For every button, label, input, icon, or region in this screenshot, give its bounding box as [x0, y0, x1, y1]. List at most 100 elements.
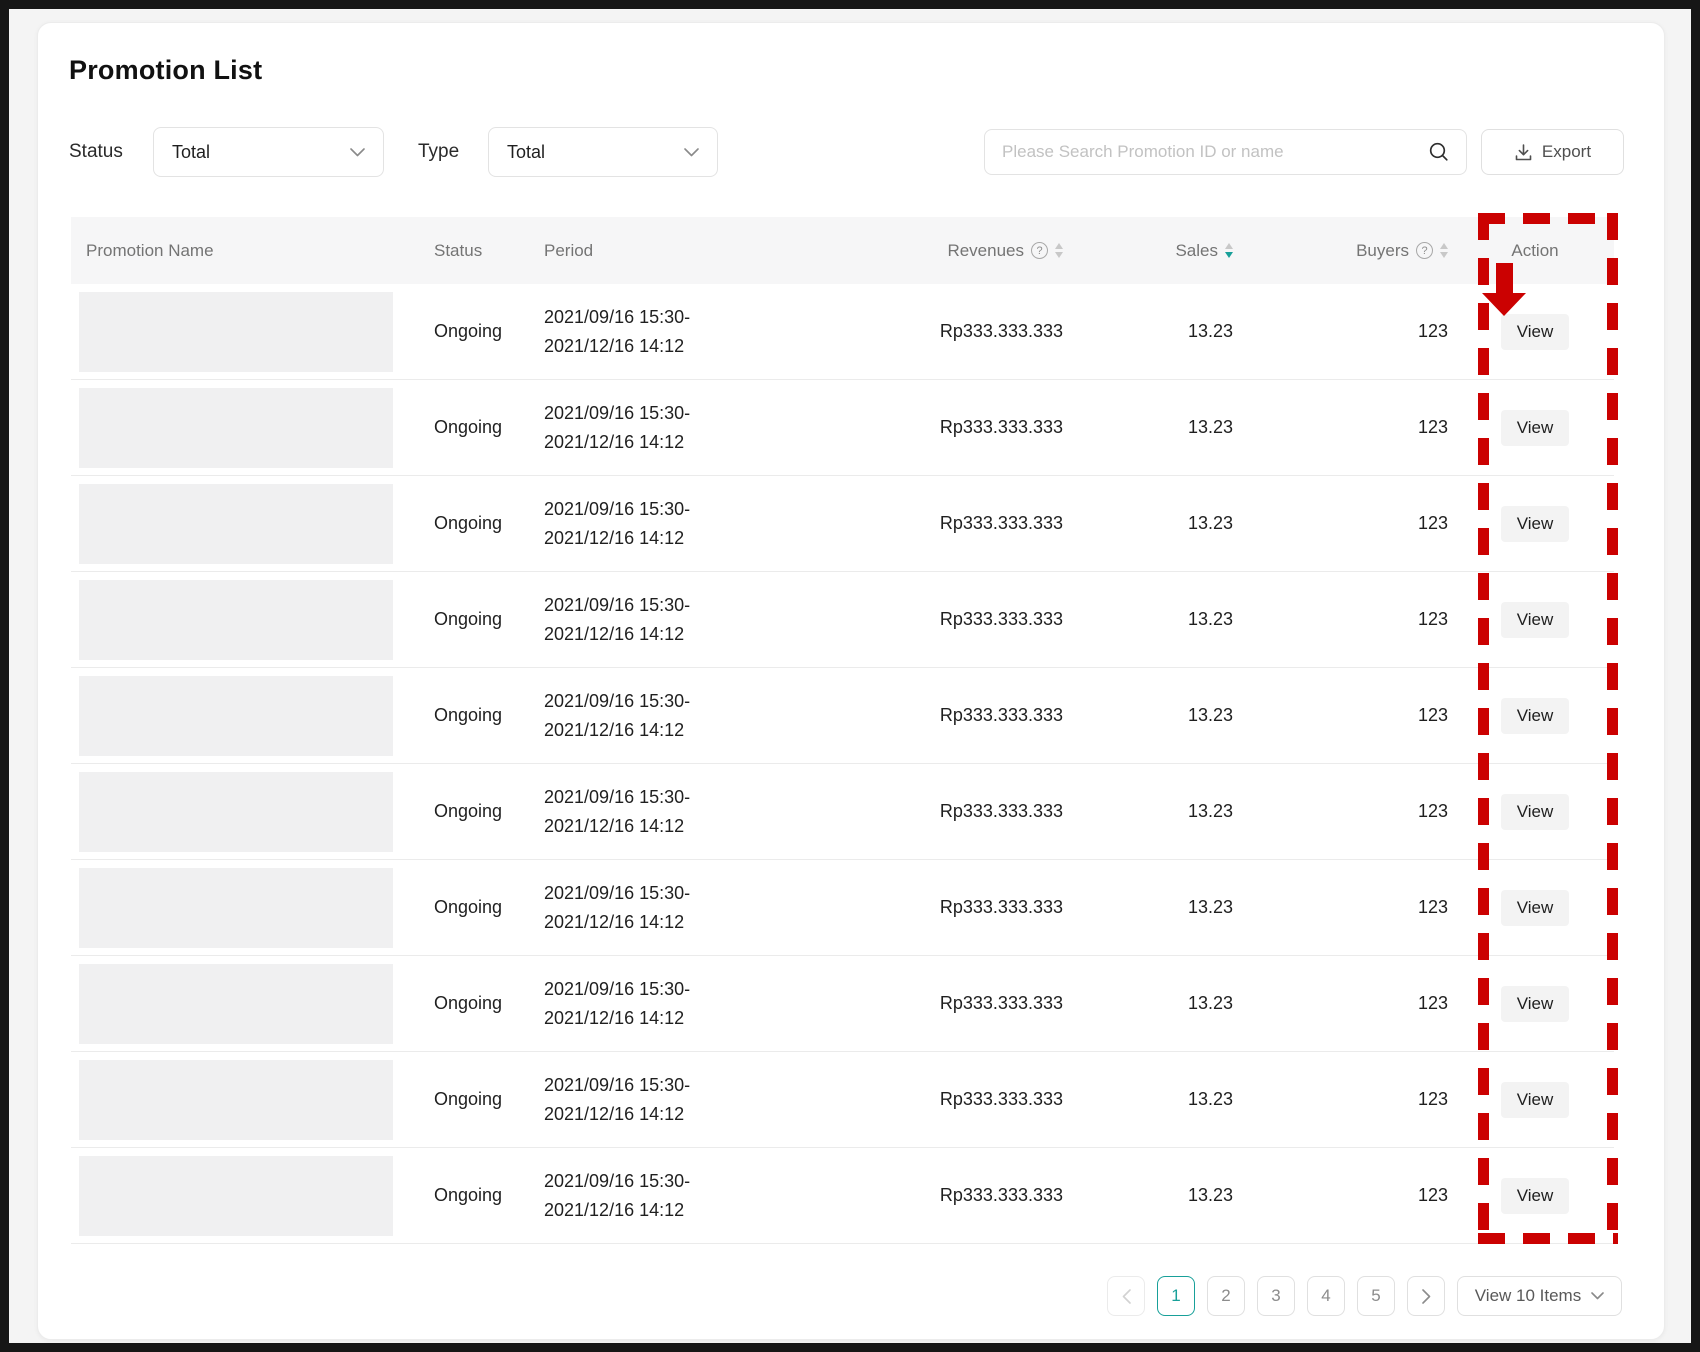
sales-cell: 13.23 [1071, 956, 1241, 1051]
buyers-cell: 123 [1241, 380, 1456, 475]
view-button[interactable]: View [1501, 890, 1569, 926]
prev-page-button[interactable] [1107, 1276, 1145, 1316]
status-filter-dropdown[interactable]: Total [153, 127, 384, 177]
action-cell: View [1456, 668, 1614, 763]
promotion-name-placeholder [79, 676, 393, 756]
buyers-cell: 123 [1241, 284, 1456, 379]
table-row: Ongoing 2021/09/16 15:30- 2021/12/16 14:… [71, 284, 1614, 380]
chevron-down-icon [1591, 1292, 1604, 1300]
screenshot-frame: Promotion List Status Total Type Total [0, 0, 1700, 1352]
red-arrow-icon [1482, 263, 1526, 321]
buyers-cell: 123 [1241, 476, 1456, 571]
view-button[interactable]: View [1501, 1082, 1569, 1118]
view-button[interactable]: View [1501, 602, 1569, 638]
promotion-table: Promotion Name Status Period Revenues Sa… [71, 217, 1614, 1244]
page-size-label: View 10 Items [1475, 1286, 1581, 1306]
table-body: Ongoing 2021/09/16 15:30- 2021/12/16 14:… [71, 284, 1614, 1244]
promotion-name-cell [71, 764, 406, 859]
promotion-name-cell [71, 476, 406, 571]
type-filter-value: Total [507, 142, 545, 163]
promotion-name-placeholder [79, 388, 393, 468]
period-line-2: 2021/12/16 14:12 [544, 332, 684, 361]
export-button-label: Export [1542, 142, 1591, 162]
page-button-4[interactable]: 4 [1307, 1276, 1345, 1316]
pagination: 1 2 3 4 5 View 10 Items [1107, 1276, 1622, 1316]
buyers-cell: 123 [1241, 1148, 1456, 1243]
period-line-1: 2021/09/16 15:30- [544, 399, 690, 428]
period-cell: 2021/09/16 15:30- 2021/12/16 14:12 [536, 956, 801, 1051]
status-cell: Ongoing [406, 956, 536, 1051]
sales-cell: 13.23 [1071, 380, 1241, 475]
action-cell: View [1456, 380, 1614, 475]
period-cell: 2021/09/16 15:30- 2021/12/16 14:12 [536, 380, 801, 475]
promotion-name-placeholder [79, 1156, 393, 1236]
promotion-name-cell [71, 860, 406, 955]
page-size-dropdown[interactable]: View 10 Items [1457, 1276, 1622, 1316]
column-header-revenues: Revenues [801, 217, 1071, 284]
buyers-cell: 123 [1241, 764, 1456, 859]
status-cell: Ongoing [406, 860, 536, 955]
period-cell: 2021/09/16 15:30- 2021/12/16 14:12 [536, 1052, 801, 1147]
action-cell: View [1456, 860, 1614, 955]
column-header-sales: Sales [1071, 217, 1241, 284]
table-row: Ongoing 2021/09/16 15:30- 2021/12/16 14:… [71, 476, 1614, 572]
column-header-period: Period [536, 217, 801, 284]
period-line-1: 2021/09/16 15:30- [544, 591, 690, 620]
promotion-name-cell [71, 1148, 406, 1243]
promotion-name-cell [71, 572, 406, 667]
promotion-name-placeholder [79, 772, 393, 852]
action-cell: View [1456, 1052, 1614, 1147]
promotion-name-placeholder [79, 484, 393, 564]
view-button[interactable]: View [1501, 410, 1569, 446]
action-cell: View [1456, 956, 1614, 1051]
sales-cell: 13.23 [1071, 476, 1241, 571]
revenues-cell: Rp333.333.333 [801, 668, 1071, 763]
buyers-cell: 123 [1241, 860, 1456, 955]
promotion-name-cell [71, 1052, 406, 1147]
view-button[interactable]: View [1501, 986, 1569, 1022]
status-filter-value: Total [172, 142, 210, 163]
promotion-name-cell [71, 956, 406, 1051]
buyers-cell: 123 [1241, 668, 1456, 763]
sales-cell: 13.23 [1071, 572, 1241, 667]
period-line-2: 2021/12/16 14:12 [544, 524, 684, 553]
question-circle-icon[interactable] [1416, 242, 1433, 259]
search-input[interactable] [1002, 142, 1428, 162]
chevron-down-icon [350, 148, 365, 157]
page-button-2[interactable]: 2 [1207, 1276, 1245, 1316]
table-header: Promotion Name Status Period Revenues Sa… [71, 217, 1614, 284]
period-cell: 2021/09/16 15:30- 2021/12/16 14:12 [536, 476, 801, 571]
view-button[interactable]: View [1501, 794, 1569, 830]
action-cell: View [1456, 284, 1614, 379]
page-button-1[interactable]: 1 [1157, 1276, 1195, 1316]
page-button-5[interactable]: 5 [1357, 1276, 1395, 1316]
buyers-cell: 123 [1241, 572, 1456, 667]
status-cell: Ongoing [406, 1052, 536, 1147]
export-button[interactable]: Export [1481, 129, 1624, 175]
sales-cell: 13.23 [1071, 1148, 1241, 1243]
view-button[interactable]: View [1501, 698, 1569, 734]
next-page-button[interactable] [1407, 1276, 1445, 1316]
download-icon [1514, 143, 1533, 162]
period-line-2: 2021/12/16 14:12 [544, 1004, 684, 1033]
action-cell: View [1456, 476, 1614, 571]
period-line-2: 2021/12/16 14:12 [544, 620, 684, 649]
column-header-buyers: Buyers [1241, 217, 1456, 284]
sort-carets-icon[interactable] [1225, 243, 1233, 258]
period-line-2: 2021/12/16 14:12 [544, 908, 684, 937]
sort-carets-icon[interactable] [1055, 243, 1063, 258]
sort-carets-icon[interactable] [1440, 243, 1448, 258]
period-cell: 2021/09/16 15:30- 2021/12/16 14:12 [536, 668, 801, 763]
period-line-2: 2021/12/16 14:12 [544, 812, 684, 841]
type-filter-dropdown[interactable]: Total [488, 127, 718, 177]
period-line-1: 2021/09/16 15:30- [544, 879, 690, 908]
view-button[interactable]: View [1501, 506, 1569, 542]
question-circle-icon[interactable] [1031, 242, 1048, 259]
period-cell: 2021/09/16 15:30- 2021/12/16 14:12 [536, 1148, 801, 1243]
page-button-3[interactable]: 3 [1257, 1276, 1295, 1316]
status-cell: Ongoing [406, 764, 536, 859]
view-button[interactable]: View [1501, 1178, 1569, 1214]
period-line-1: 2021/09/16 15:30- [544, 975, 690, 1004]
promotion-name-placeholder [79, 1060, 393, 1140]
search-icon[interactable] [1428, 141, 1450, 163]
